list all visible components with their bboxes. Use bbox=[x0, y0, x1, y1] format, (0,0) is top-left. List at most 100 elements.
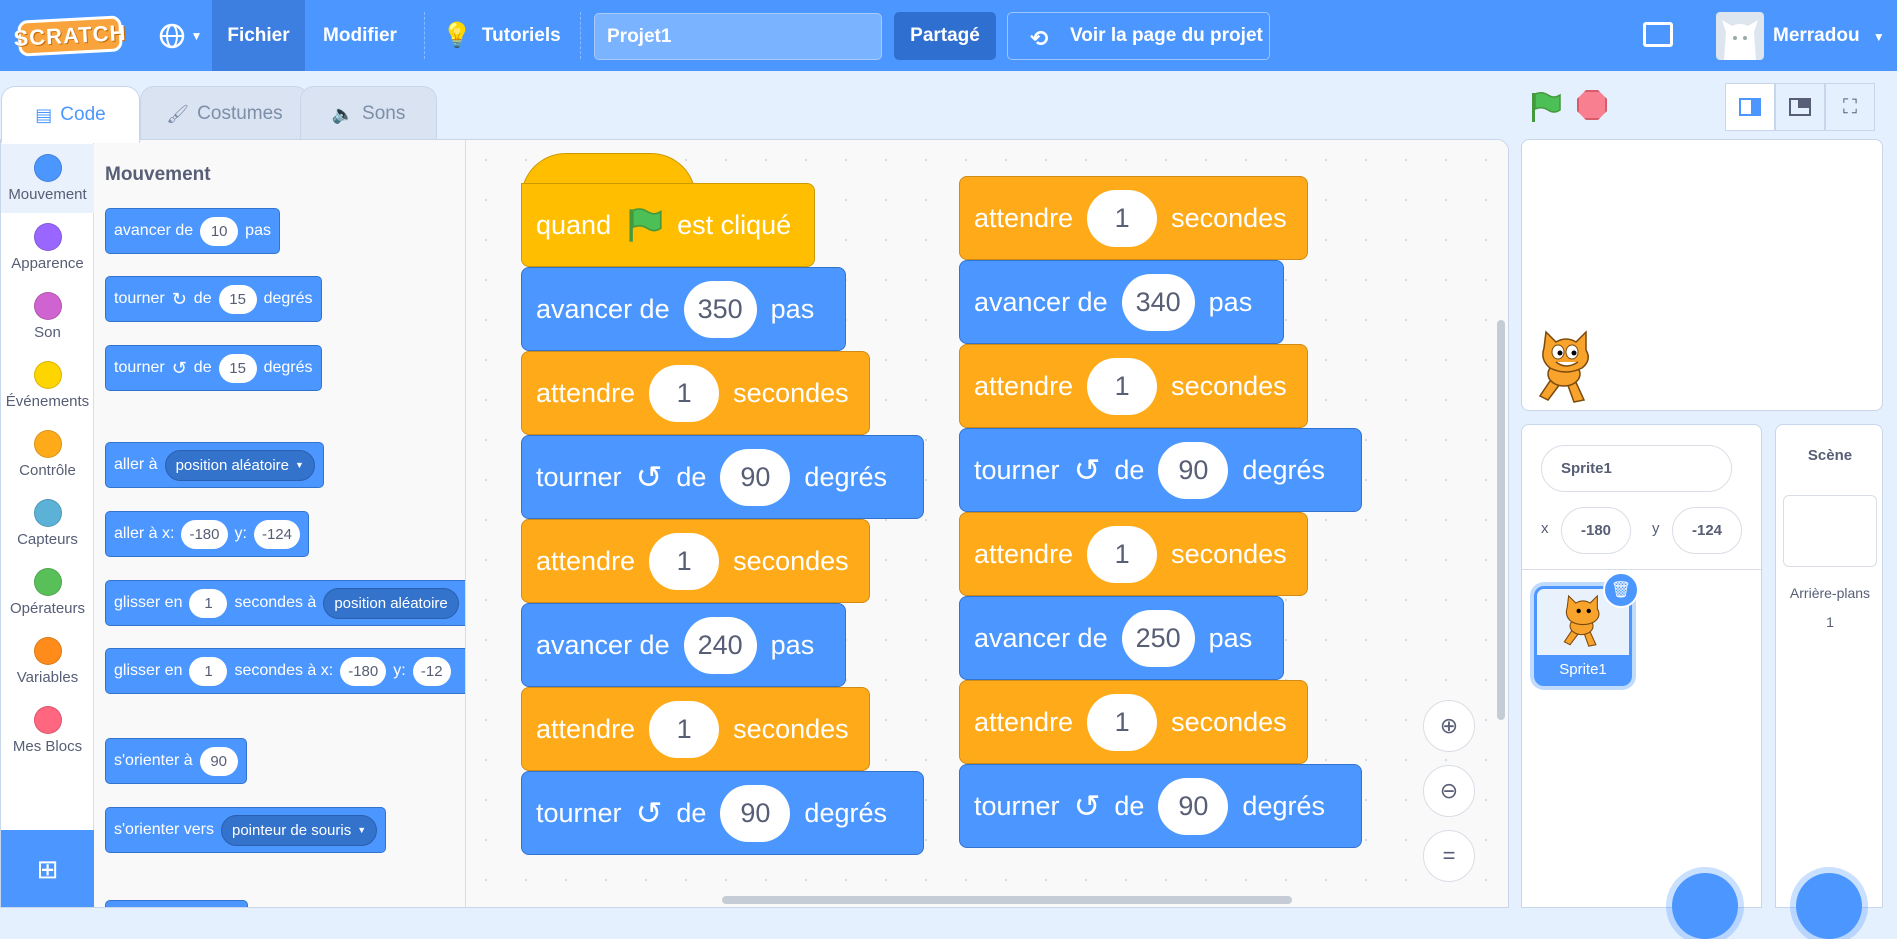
block-input[interactable]: 1 bbox=[649, 532, 720, 590]
turn-left-block[interactable]: tourner ↺ de 90 degrés bbox=[521, 771, 924, 855]
turn-left-block[interactable]: tourner ↺ de 90 degrés bbox=[959, 428, 1362, 512]
turn-left-block[interactable]: tourner ↺ de 90 degrés bbox=[959, 764, 1362, 848]
turn-left-block[interactable]: tourner ↺ de 90 degrés bbox=[521, 435, 924, 519]
block-input[interactable]: 1 bbox=[1087, 189, 1158, 247]
y-position-input[interactable]: -124 bbox=[1672, 507, 1742, 554]
tab-code[interactable]: ▤ Code bbox=[1, 86, 140, 143]
block-input[interactable]: -124 bbox=[253, 519, 300, 549]
block-input[interactable]: 1 bbox=[189, 656, 228, 686]
wait-block[interactable]: attendre 1 secondes bbox=[959, 344, 1308, 428]
block-dropdown[interactable]: pointeur de souris ▼ bbox=[220, 814, 378, 846]
block-input[interactable]: 350 bbox=[683, 280, 757, 338]
project-title-input[interactable]: Projet1 bbox=[594, 13, 882, 60]
block-input[interactable]: 1 bbox=[1087, 357, 1158, 415]
move-steps-block[interactable]: avancer de 240 pas bbox=[521, 603, 846, 687]
category-menu: Mouvement Apparence Son Événements Contr… bbox=[1, 140, 94, 907]
palette-block-point-direction[interactable]: s'orienter à 90 bbox=[105, 738, 247, 784]
category-motion[interactable]: Mouvement bbox=[1, 144, 94, 213]
block-input[interactable]: 90 bbox=[720, 448, 791, 506]
category-my-blocks[interactable]: Mes Blocs bbox=[1, 696, 94, 765]
block-input[interactable]: -12 bbox=[412, 656, 451, 686]
move-steps-block[interactable]: avancer de 250 pas bbox=[959, 596, 1284, 680]
zoom-reset-button[interactable]: = bbox=[1423, 830, 1475, 882]
palette-block-go-to-xy[interactable]: aller à x: -180 y: -124 bbox=[105, 511, 309, 557]
category-looks[interactable]: Apparence bbox=[1, 213, 94, 282]
category-events[interactable]: Événements bbox=[1, 351, 94, 420]
block-input[interactable]: 1 bbox=[189, 588, 228, 618]
vertical-scrollbar[interactable] bbox=[1497, 320, 1505, 720]
scratch-logo[interactable]: SCRATCH bbox=[13, 15, 127, 57]
cat-sprite[interactable] bbox=[1530, 328, 1602, 406]
category-operators[interactable]: Opérateurs bbox=[1, 558, 94, 627]
add-backdrop-button[interactable] bbox=[1796, 873, 1862, 939]
x-position-input[interactable]: -180 bbox=[1561, 507, 1631, 554]
delete-sprite-button[interactable]: 🗑 bbox=[1603, 572, 1639, 608]
block-input[interactable]: 250 bbox=[1121, 609, 1195, 667]
category-variables[interactable]: Variables bbox=[1, 627, 94, 696]
move-steps-block[interactable]: avancer de 350 pas bbox=[521, 267, 846, 351]
palette-block-glide-to[interactable]: glisser en 1 secondes à position aléatoire bbox=[105, 580, 465, 626]
block-input[interactable]: -180 bbox=[181, 519, 228, 549]
block-input[interactable]: 1 bbox=[649, 700, 720, 758]
block-input[interactable]: -180 bbox=[340, 656, 387, 686]
block-input[interactable]: 90 bbox=[720, 784, 791, 842]
add-sprite-button[interactable] bbox=[1672, 873, 1738, 939]
category-sensing[interactable]: Capteurs bbox=[1, 489, 94, 558]
block-input[interactable]: 340 bbox=[1121, 273, 1195, 331]
fullscreen-button[interactable]: ⛶ bbox=[1825, 83, 1875, 131]
block-dropdown[interactable]: position aléatoire bbox=[323, 587, 459, 619]
wait-block[interactable]: attendre 1 secondes bbox=[521, 519, 870, 603]
palette-block-point-towards[interactable]: s'orienter vers pointeur de souris ▼ bbox=[105, 807, 387, 853]
my-stuff-folder-icon[interactable] bbox=[1643, 22, 1673, 47]
category-control[interactable]: Contrôle bbox=[1, 420, 94, 489]
sprite-name-input[interactable]: Sprite1 bbox=[1541, 445, 1732, 492]
block-input[interactable]: 90 bbox=[1158, 777, 1229, 835]
avatar[interactable] bbox=[1716, 12, 1764, 60]
palette-block-move-steps[interactable]: avancer de 10 pas bbox=[105, 208, 280, 254]
edit-menu[interactable]: Modifier bbox=[305, 0, 415, 71]
palette-block-turn-right[interactable]: tourner ↻ de 15 degrés bbox=[105, 276, 322, 322]
wait-block[interactable]: attendre 1 secondes bbox=[959, 512, 1308, 596]
horizontal-scrollbar[interactable] bbox=[722, 896, 1292, 904]
zoom-in-button[interactable]: ⊕ bbox=[1423, 700, 1475, 752]
stop-icon[interactable] bbox=[1577, 90, 1607, 120]
block-input[interactable]: 15 bbox=[218, 353, 257, 383]
language-menu[interactable]: ▼ bbox=[150, 0, 210, 71]
stage-thumbnail[interactable] bbox=[1783, 495, 1877, 567]
tab-costumes[interactable]: 🖌 Costumes bbox=[140, 86, 309, 141]
large-stage-button[interactable] bbox=[1775, 83, 1825, 131]
script-area[interactable]: quand est cliqué avancer de 350 pas attend… bbox=[466, 140, 1508, 907]
share-button[interactable]: Partagé bbox=[894, 12, 996, 60]
file-menu[interactable]: Fichier bbox=[212, 0, 305, 71]
palette-block-go-to[interactable]: aller à position aléatoire ▼ bbox=[105, 442, 324, 488]
block-input[interactable]: 1 bbox=[1087, 693, 1158, 751]
block-input[interactable]: 1 bbox=[1087, 525, 1158, 583]
wait-block[interactable]: attendre 1 secondes bbox=[959, 176, 1308, 260]
palette-block-glide-to-xy[interactable]: glisser en 1 secondes à x: -180 y: -12 bbox=[105, 648, 465, 694]
see-project-page-button[interactable]: ⟲ Voir la page du projet bbox=[1007, 12, 1270, 60]
palette-block-partial[interactable] bbox=[105, 900, 248, 907]
wait-block[interactable]: attendre 1 secondes bbox=[521, 687, 870, 771]
block-input[interactable]: 90 bbox=[199, 746, 238, 776]
stage[interactable] bbox=[1521, 139, 1883, 411]
block-dropdown[interactable]: position aléatoire ▼ bbox=[164, 449, 315, 481]
stage-selector-pane[interactable]: Scène Arrière-plans 1 bbox=[1775, 424, 1883, 939]
when-flag-clicked-block[interactable]: quand est cliqué bbox=[521, 183, 815, 267]
block-input[interactable]: 240 bbox=[683, 616, 757, 674]
tutorials-menu[interactable]: 💡 Tutoriels bbox=[442, 0, 572, 71]
block-input[interactable]: 90 bbox=[1158, 441, 1229, 499]
wait-block[interactable]: attendre 1 secondes bbox=[959, 680, 1308, 764]
block-input[interactable]: 15 bbox=[218, 284, 257, 314]
category-sound[interactable]: Son bbox=[1, 282, 94, 351]
wait-block[interactable]: attendre 1 secondes bbox=[521, 351, 870, 435]
block-input[interactable]: 1 bbox=[649, 364, 720, 422]
palette-block-turn-left[interactable]: tourner ↺ de 15 degrés bbox=[105, 345, 322, 391]
move-steps-block[interactable]: avancer de 340 pas bbox=[959, 260, 1284, 344]
zoom-out-button[interactable]: ⊖ bbox=[1423, 765, 1475, 817]
account-menu[interactable]: Merradou ▼ bbox=[1773, 25, 1885, 47]
small-stage-button[interactable] bbox=[1725, 83, 1775, 131]
block-input[interactable]: 10 bbox=[200, 216, 239, 246]
green-flag-icon[interactable] bbox=[1528, 90, 1562, 124]
add-extension-button[interactable]: ⊞ bbox=[1, 830, 94, 907]
tab-sounds[interactable]: 🔈 Sons bbox=[300, 86, 437, 141]
